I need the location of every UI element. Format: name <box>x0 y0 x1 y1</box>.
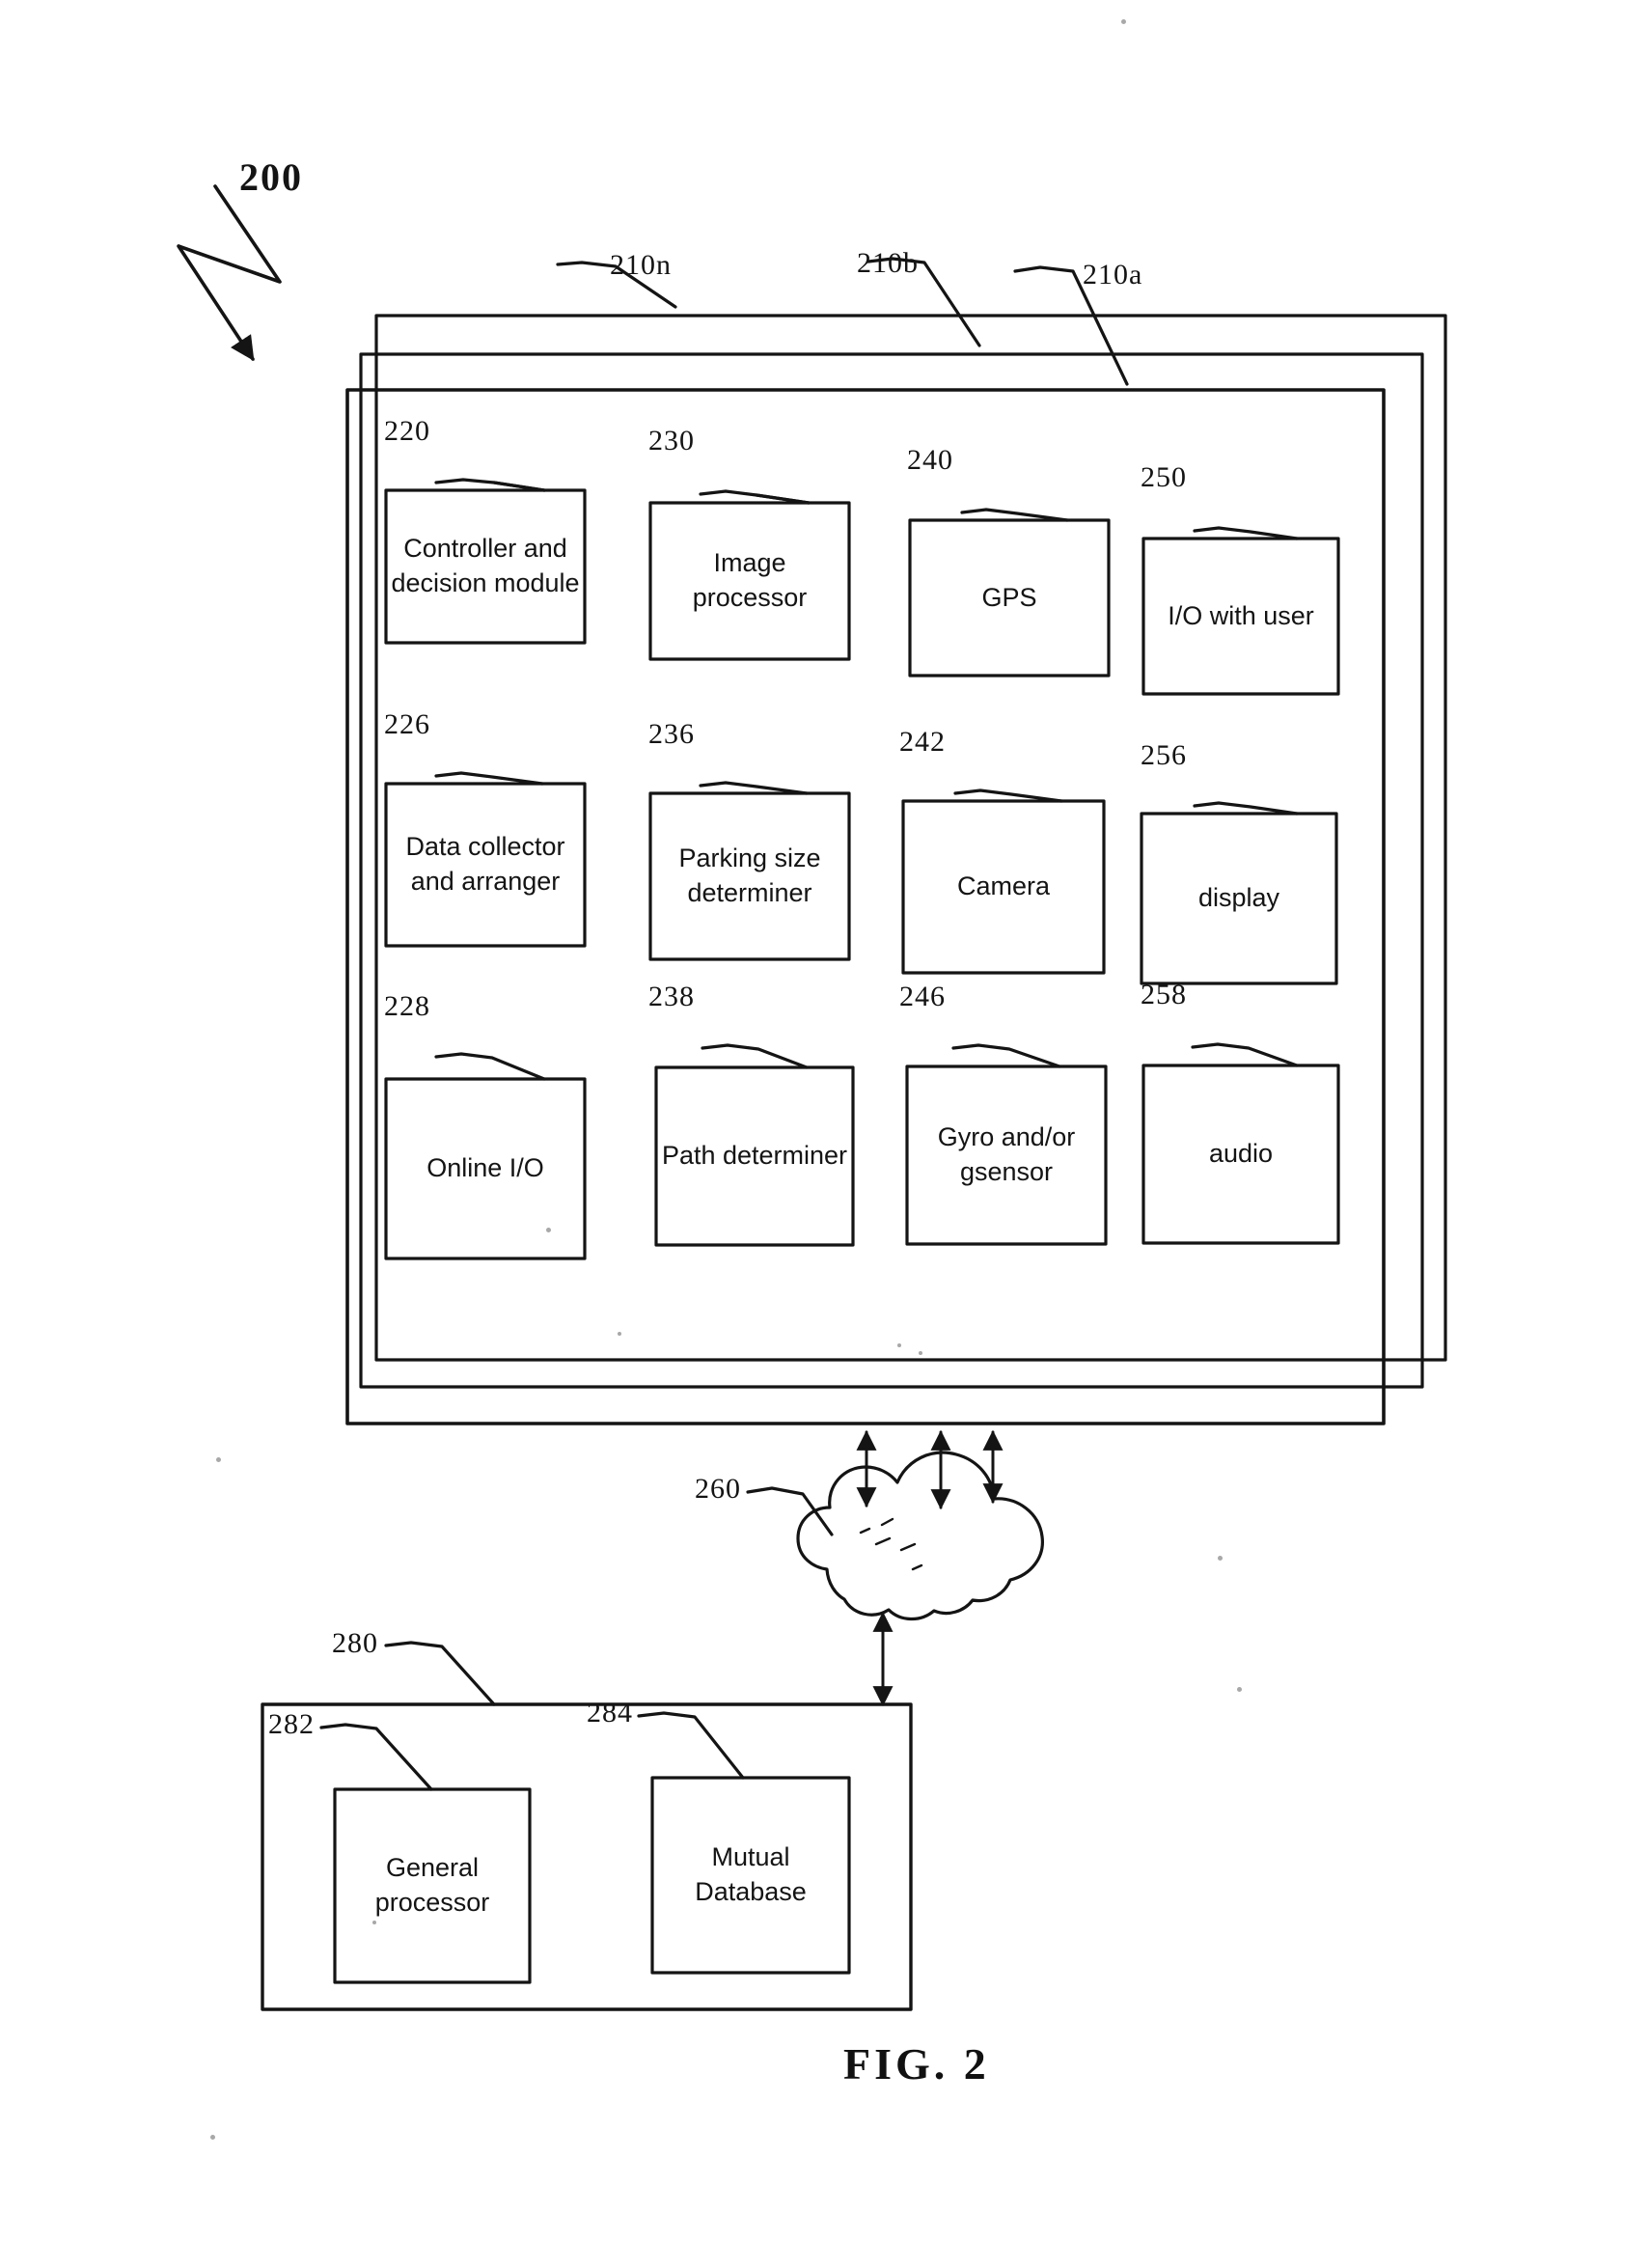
ref-284: 284 <box>587 1697 633 1729</box>
leader-280 <box>384 1641 496 1706</box>
ref-210b: 210b <box>857 247 919 279</box>
label-220: Controller and decision module <box>391 534 580 597</box>
scan-speck <box>919 1351 922 1355</box>
scan-speck <box>1237 1687 1242 1692</box>
ref-242: 242 <box>899 726 946 758</box>
ref-226: 226 <box>384 708 430 740</box>
leader-238 <box>701 1043 809 1069</box>
ref-210a: 210a <box>1083 259 1143 290</box>
leader-226 <box>434 771 544 786</box>
scan-speck <box>372 1921 376 1924</box>
ref-200: 200 <box>239 155 303 199</box>
scan-speck <box>1121 19 1126 24</box>
leader-260 <box>746 1486 834 1536</box>
ref-256: 256 <box>1141 739 1187 771</box>
leader-240 <box>960 508 1069 522</box>
ref-280: 280 <box>332 1627 378 1659</box>
ref-258: 258 <box>1141 979 1187 1010</box>
scan-speck <box>897 1343 901 1347</box>
label-242: Camera <box>956 871 1051 901</box>
ref-246: 246 <box>899 981 946 1012</box>
ref-210n: 210n <box>610 249 672 281</box>
label-284: Mutual Database <box>695 1842 807 1906</box>
ref-228: 228 <box>384 990 430 1022</box>
scan-speck <box>618 1332 621 1336</box>
ref-250: 250 <box>1141 461 1187 493</box>
ref-260: 260 <box>695 1473 741 1505</box>
leader-282 <box>319 1723 433 1791</box>
label-256: display <box>1197 883 1280 913</box>
cloud-inner-marks <box>859 1517 923 1571</box>
label-228: Online I/O <box>426 1153 544 1183</box>
label-246: Gyro and/or gsensor <box>937 1122 1076 1186</box>
label-230: Image processor <box>692 548 808 612</box>
ref-220: 220 <box>384 415 430 447</box>
ref-230: 230 <box>648 425 695 456</box>
scan-speck <box>546 1228 551 1232</box>
ref-240: 240 <box>907 444 953 476</box>
patent-figure-page: 200 210n 210b 210a 220 230 240 250 226 2… <box>0 0 1650 2268</box>
leader-236 <box>699 781 809 795</box>
system-arrow-200 <box>177 184 282 362</box>
label-250: I/O with user <box>1168 600 1314 630</box>
leader-284 <box>637 1711 745 1780</box>
leader-228 <box>434 1052 546 1081</box>
ref-236: 236 <box>648 718 695 750</box>
ref-238: 238 <box>648 981 695 1012</box>
label-238: Path determiner <box>661 1141 848 1171</box>
label-258: audio <box>1208 1139 1274 1169</box>
leader-258 <box>1191 1042 1299 1067</box>
leader-246 <box>951 1043 1061 1068</box>
label-240: GPS <box>981 582 1037 612</box>
figure-caption: FIG. 2 <box>843 2039 990 2088</box>
label-282: General processor <box>374 1853 490 1917</box>
ref-282: 282 <box>268 1708 315 1740</box>
scan-speck <box>210 2135 215 2140</box>
scan-speck <box>1218 1556 1223 1561</box>
leader-250 <box>1193 526 1299 540</box>
cloud-260 <box>796 1451 1044 1621</box>
label-226: Data collector and arranger <box>405 832 565 896</box>
leader-242 <box>953 788 1063 803</box>
leader-256 <box>1193 801 1299 816</box>
label-236: Parking size determiner <box>678 844 821 907</box>
scan-speck <box>216 1457 221 1462</box>
